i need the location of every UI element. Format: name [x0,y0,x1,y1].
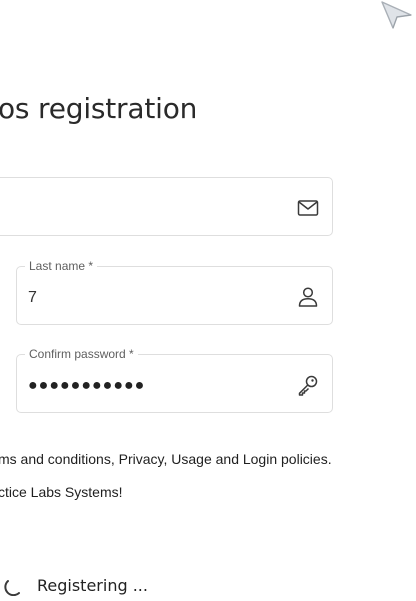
envelope-icon [296,196,320,220]
terms-notice: ms and conditions, Privacy, Usage and Lo… [0,451,332,467]
mouse-pointer-icon [380,0,414,30]
person-icon [296,285,320,309]
welcome-notice: ctice Labs Systems! [0,484,123,500]
confirm-password-value: ●●●●●●●●●●● [28,377,146,394]
registering-status: Registering ... [37,576,148,595]
key-icon [296,373,320,397]
page-title: os registration [0,92,198,125]
last-name-label: Last name * [25,259,98,273]
last-name-field[interactable]: Last name * 7 [16,259,333,325]
email-field[interactable] [0,177,333,236]
spinner-icon [4,578,22,597]
confirm-password-label: Confirm password * [25,347,138,361]
last-name-value: 7 [28,289,37,306]
confirm-password-field[interactable]: Confirm password * ●●●●●●●●●●● [16,347,333,413]
